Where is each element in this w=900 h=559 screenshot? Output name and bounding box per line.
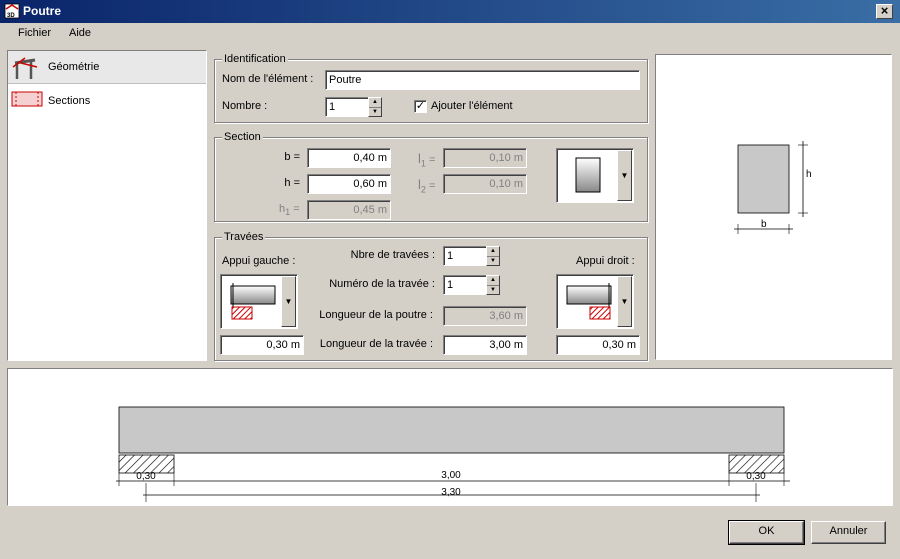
num-travee-label: Numéro de la travée : [329,278,435,290]
section-preview-panel: h b [655,54,892,360]
name-input[interactable]: Poutre [325,70,640,90]
window-title: Poutre [23,4,62,18]
nb-travees-input[interactable]: 1 [443,246,487,266]
menu-aide[interactable]: Aide [69,27,91,39]
right-support-icon [566,283,612,320]
app-icon: 3D [4,3,20,19]
chevron-down-icon[interactable]: ▼ [617,150,632,201]
rect-section-icon [575,157,601,193]
num-travee-input[interactable]: 1 [443,275,487,295]
l2-input: 0,10 m [443,174,527,194]
span-length-input[interactable]: 3,00 m [443,335,527,355]
close-button[interactable]: × [876,4,893,19]
spin-down-icon[interactable]: ▼ [487,256,499,265]
h-label: h = [284,177,300,189]
close-icon: × [880,3,889,18]
total-dim: 3,30 [441,487,461,498]
right-support-dropdown[interactable]: ▼ [556,274,634,329]
nav-label: Sections [48,95,91,107]
nav-label: Géométrie [48,61,100,73]
beam-length-label: Longueur de la poutre : [319,309,433,321]
left-support-dim: 0,30 [136,471,156,482]
svg-text:3D: 3D [7,13,15,19]
left-support-dropdown[interactable]: ▼ [220,274,298,329]
check-icon: ✓ [415,100,426,112]
left-support-icon [230,283,276,320]
add-element-label: Ajouter l'élément [431,100,513,112]
h1-label: h1 = [279,203,300,218]
beam-elevation-drawing: 0,30 0,30 3,00 3,30 [116,406,790,502]
left-support-input[interactable]: 0,30 m [220,335,304,355]
count-spinner[interactable]: ▲ ▼ [368,97,382,117]
spin-down-icon[interactable]: ▼ [487,285,499,294]
nb-travees-spinner[interactable]: ▲ ▼ [486,246,500,266]
section-title: Section [222,131,263,143]
right-support-dim: 0,30 [746,471,766,482]
b-label: b = [284,151,300,163]
add-element-checkbox[interactable]: ✓ [414,100,427,113]
spin-up-icon[interactable]: ▲ [487,276,499,285]
frame-geometry-icon [12,57,38,79]
beam-length-input: 3,60 m [443,306,527,326]
num-travee-spinner[interactable]: ▲ ▼ [486,275,500,295]
nav-item-sections[interactable]: Sections [8,85,206,118]
span-length-label: Longueur de la travée : [319,338,433,350]
identification-group [214,59,648,123]
identification-title: Identification [222,53,288,65]
menu-fichier[interactable]: Fichier [18,27,51,39]
count-input[interactable]: 1 [325,97,369,117]
right-support-label: Appui droit : [576,255,635,267]
nb-travees-label: Nbre de travées : [350,249,435,261]
left-support-label: Appui gauche : [222,255,296,267]
ok-button[interactable]: OK [728,520,805,545]
right-support-input[interactable]: 0,30 m [556,335,640,355]
spin-up-icon[interactable]: ▲ [487,247,499,256]
count-label: Nombre : [222,100,268,112]
title-bar: 3D Poutre × [0,0,900,23]
b-input[interactable]: 0,40 m [307,148,391,168]
chevron-down-icon[interactable]: ▼ [617,276,632,327]
h1-input: 0,45 m [307,200,391,220]
h-input[interactable]: 0,60 m [307,174,391,194]
spin-up-icon[interactable]: ▲ [369,98,381,107]
section-rect-icon [11,91,43,107]
b-dim-label: b [761,219,767,230]
l1-input: 0,10 m [443,148,527,168]
elevation-panel: 0,30 0,30 3,00 3,30 [7,368,893,506]
left-nav: Géométrie Sections [7,50,207,361]
section-shape-dropdown[interactable]: ▼ [556,148,634,203]
chevron-down-icon[interactable]: ▼ [281,276,296,327]
l2-label: l2 = [418,177,436,195]
travees-title: Travées [222,231,266,243]
name-label: Nom de l'élément : [222,73,314,85]
h-dim-label: h [806,169,812,180]
span-dim: 3,00 [441,470,461,481]
cancel-button[interactable]: Annuler [811,521,886,544]
nav-item-geometrie[interactable]: Géométrie [8,51,206,84]
spin-down-icon[interactable]: ▼ [369,107,381,116]
section-preview-drawing: h b [734,141,812,234]
l1-label: l1 = [418,151,436,169]
